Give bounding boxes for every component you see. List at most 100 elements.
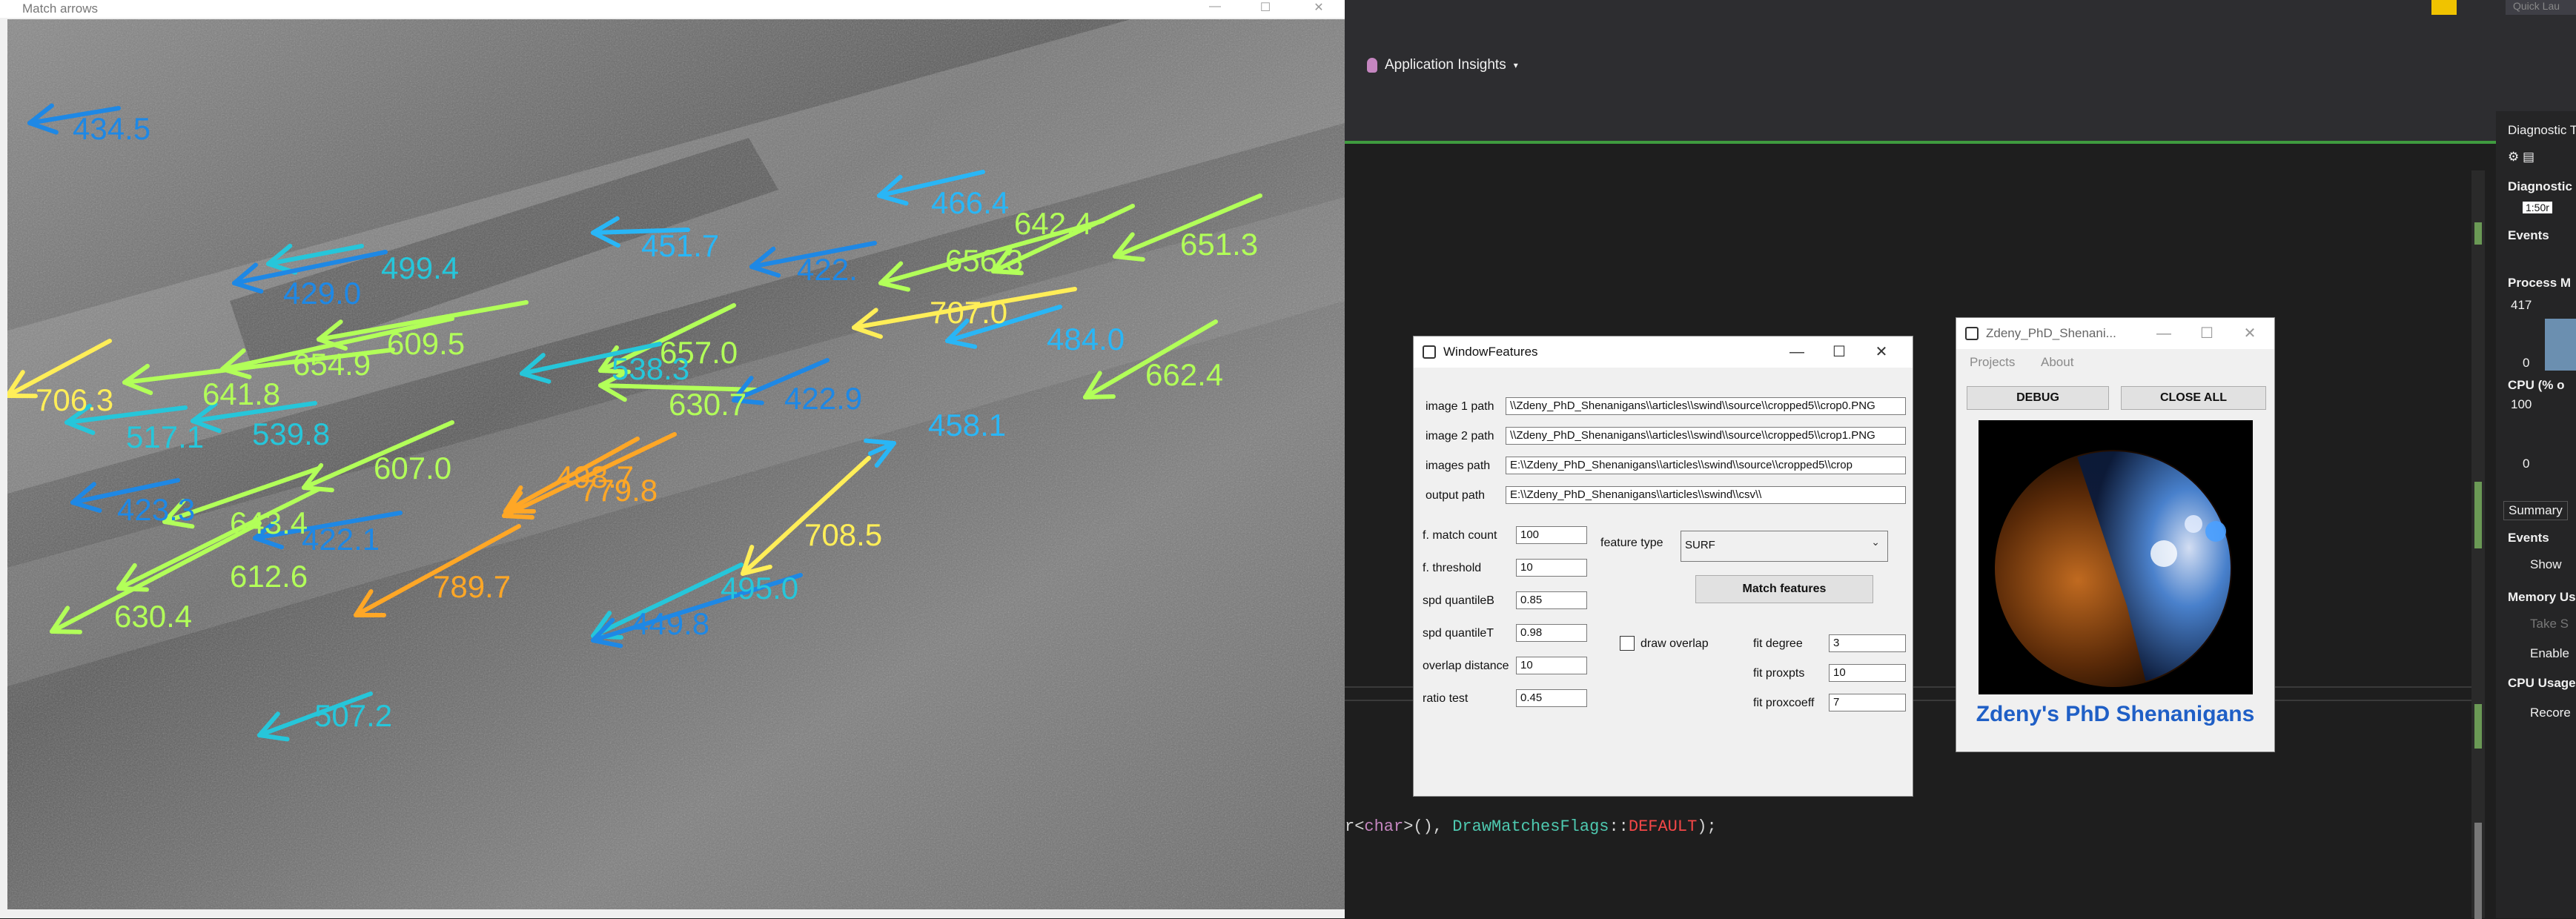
maximize-button[interactable]: ☐ <box>1248 0 1282 18</box>
match-arrows-titlebar[interactable]: Match arrows — ☐ ✕ <box>0 0 1345 18</box>
image1-path-input[interactable]: \\Zdeny_PhD_Shenanigans\\articles\\swind… <box>1506 397 1906 415</box>
images-path-input[interactable]: E:\\Zdeny_PhD_Shenanigans\\articles\\swi… <box>1506 457 1906 474</box>
speed-label: 484.0 <box>1047 322 1125 356</box>
speed-label: 789.7 <box>433 569 511 604</box>
output-path-input[interactable]: E:\\Zdeny_PhD_Shenanigans\\articles\\swi… <box>1506 486 1906 504</box>
code-line: r<char>(), DrawMatchesFlags::DEFAULT); <box>1345 817 1717 836</box>
speed-label: 507.2 <box>314 698 392 733</box>
speed-label: 706.3 <box>36 382 113 417</box>
diag-cpu-usage: CPU Usage <box>2508 676 2576 691</box>
diag-section: Diagnostic <box>2508 179 2572 194</box>
close-all-button[interactable]: CLOSE ALL <box>2121 386 2266 410</box>
speed-label: 654.9 <box>293 347 371 382</box>
maximize-button[interactable]: ☐ <box>2186 318 2228 349</box>
overlap-distance-label: overlap distance <box>1423 660 1509 673</box>
debug-button[interactable]: DEBUG <box>1967 386 2109 410</box>
match-features-button[interactable]: Match features <box>1695 575 1873 603</box>
quantileT-label: spd quantileT <box>1423 627 1494 640</box>
feature-type-value: SURF <box>1685 539 1715 551</box>
close-button[interactable]: ✕ <box>2229 318 2271 349</box>
speed-label: 495.0 <box>721 571 798 606</box>
ratio-test-label: ratio test <box>1423 692 1468 706</box>
record-button[interactable]: Recore <box>2530 706 2571 720</box>
show-events-button[interactable]: Show <box>2530 557 2562 572</box>
sun-image <box>1979 420 2253 694</box>
diag-events: Events <box>2508 228 2549 243</box>
menu-projects[interactable]: Projects <box>1970 355 2015 370</box>
output-path-label: output path <box>1426 489 1485 502</box>
speed-label: 449.8 <box>632 606 709 641</box>
feature-type-select[interactable]: SURF ⌄ <box>1681 531 1888 562</box>
speed-label: 499.4 <box>381 251 459 285</box>
minimize-button[interactable]: — <box>1198 0 1232 18</box>
diag-cpu: CPU (% o <box>2508 378 2565 393</box>
editor-scrollbar[interactable] <box>2471 170 2485 918</box>
chevron-down-icon: ⌄ <box>1871 536 1880 548</box>
maximize-button[interactable]: ☐ <box>1818 336 1860 368</box>
diag-0a: 0 <box>2523 356 2529 371</box>
quantileB-input[interactable]: 0.85 <box>1516 591 1587 609</box>
threshold-input[interactable]: 10 <box>1516 559 1587 577</box>
speed-label: 429.0 <box>283 276 361 311</box>
draw-overlap-label: draw overlap <box>1640 637 1709 651</box>
fit-degree-input[interactable]: 3 <box>1829 634 1906 652</box>
feature-type-label: feature type <box>1600 537 1663 550</box>
images-path-label: images path <box>1426 460 1490 473</box>
memory-graph <box>2545 319 2576 371</box>
sun-graphic <box>1979 420 2253 694</box>
take-snapshot-button[interactable]: Take S <box>2530 617 2569 631</box>
speed-label: 630.4 <box>114 599 192 634</box>
close-button[interactable]: ✕ <box>1302 0 1336 18</box>
window-features-titlebar[interactable]: WindowFeatures — ☐ ✕ <box>1414 336 1913 368</box>
speed-label: 466.4 <box>931 185 1009 220</box>
diag-title: Diagnostic T <box>2508 123 2576 138</box>
fit-proxpts-label: fit proxpts <box>1753 667 1804 680</box>
speed-label: 630.7 <box>669 387 746 422</box>
tab-summary[interactable]: Summary <box>2503 501 2568 520</box>
speed-label: 517.1 <box>126 419 204 454</box>
image2-path-input[interactable]: \\Zdeny_PhD_Shenanigans\\articles\\swind… <box>1506 427 1906 445</box>
speed-label: 609.5 <box>387 326 465 361</box>
speed-label: 434.5 <box>73 111 150 146</box>
zdeny-main-window: Zdeny_PhD_Shenani... — ☐ ✕ Projects Abou… <box>1956 317 2275 752</box>
arrow-head <box>504 516 532 517</box>
arrow-canvas: 434.5 466.4 642.4 651.3 499.4 451.7 422.… <box>7 19 1345 909</box>
image2-path-label: image 2 path <box>1426 430 1494 443</box>
notification-flag[interactable] <box>2431 0 2457 15</box>
overlap-distance-input[interactable]: 10 <box>1516 657 1587 674</box>
zdeny-titlebar[interactable]: Zdeny_PhD_Shenani... — ☐ ✕ <box>1956 318 2274 349</box>
enable-button[interactable]: Enable <box>2530 646 2569 661</box>
application-insights-button[interactable]: Application Insights ▾ <box>1367 52 1518 79</box>
minimize-button[interactable]: — <box>1776 336 1818 368</box>
menu-about[interactable]: About <box>2041 355 2073 370</box>
application-insights-label: Application Insights <box>1385 57 1506 73</box>
arrow-head <box>866 441 894 443</box>
match-count-label: f. match count <box>1423 529 1497 543</box>
ratio-test-input[interactable]: 0.45 <box>1516 689 1587 707</box>
window-features-dialog: WindowFeatures — ☐ ✕ image 1 path \\Zden… <box>1413 336 1913 797</box>
speed-label: 643.4 <box>230 505 308 540</box>
match-count-input[interactable]: 100 <box>1516 526 1587 544</box>
diag-process: Process M <box>2508 276 2571 291</box>
quantileT-input[interactable]: 0.98 <box>1516 624 1587 642</box>
speed-label: 422.1 <box>302 522 380 557</box>
app-icon <box>1423 345 1436 359</box>
minimize-button[interactable]: — <box>2143 318 2185 349</box>
match-arrows-image: 434.5 466.4 642.4 651.3 499.4 451.7 422.… <box>7 19 1345 909</box>
lightbulb-icon <box>1367 58 1377 73</box>
arrow-head <box>52 631 80 632</box>
speed-label: 662.4 <box>1145 357 1223 392</box>
diag-100: 100 <box>2511 397 2532 412</box>
quantileB-label: spd quantileB <box>1423 594 1494 608</box>
quick-launch-input[interactable]: Quick Lau <box>2506 0 2576 15</box>
speed-label: 538.3 <box>612 351 689 386</box>
fit-proxpts-input[interactable]: 10 <box>1829 664 1906 682</box>
diag-settings-icon[interactable]: ⚙ ▤ <box>2508 150 2534 165</box>
ide-toolbar <box>1345 0 2576 141</box>
draw-overlap-checkbox[interactable] <box>1620 636 1635 651</box>
close-button[interactable]: ✕ <box>1861 336 1902 368</box>
match-arrows-title: Match arrows <box>22 1 98 16</box>
fit-proxcoeff-input[interactable]: 7 <box>1829 694 1906 711</box>
speed-label: 422.9 <box>784 381 862 416</box>
match-arrows-window: Match arrows — ☐ ✕ 434.5 46 <box>0 0 1345 918</box>
